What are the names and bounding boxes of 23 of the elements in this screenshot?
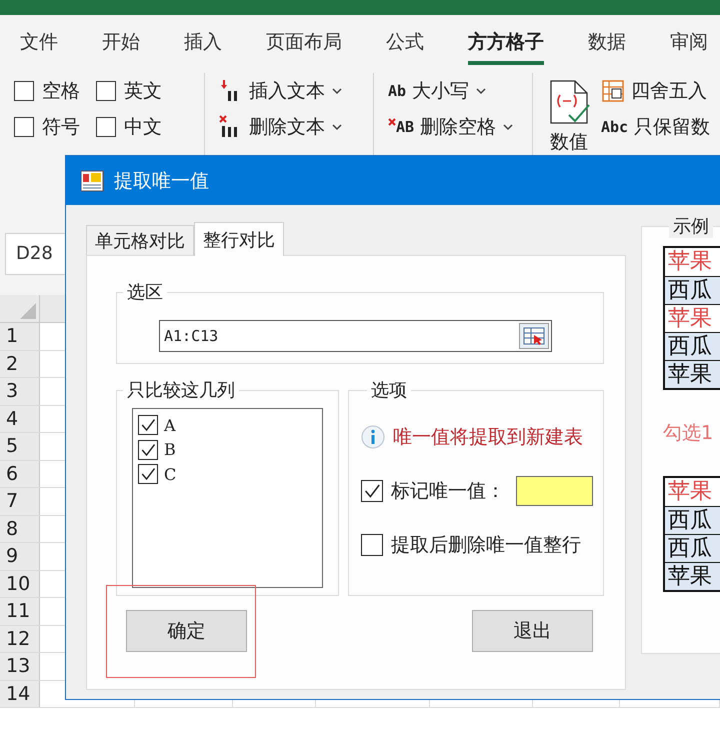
column-label: C (164, 464, 176, 484)
example-cell: 西瓜 (665, 506, 720, 534)
option-label: 提取后删除唯一值整行 (391, 533, 581, 558)
example-cell: 苹果 (665, 360, 720, 388)
case-icon: Ab (388, 82, 406, 100)
example-cell: 西瓜 (665, 534, 720, 562)
checkbox-label: 符号 (42, 115, 80, 140)
example-cell: 西瓜 (665, 276, 720, 304)
example-cell: 西瓜 (665, 332, 720, 360)
text-icon: Abc (601, 118, 628, 136)
example-cell: 苹果 (665, 562, 720, 590)
group-title: 只比较这几列 (126, 379, 236, 402)
group-title: 选区 (126, 281, 164, 304)
column-label: B (164, 440, 176, 460)
checkbox-label: 中文 (124, 115, 162, 140)
checkbox-label: 英文 (124, 79, 162, 104)
dialog-title: 提取唯一值 (114, 168, 209, 194)
option-label: 标记唯一值： (391, 479, 505, 504)
info-message: 唯一值将提取到新建表 (393, 425, 583, 450)
column-label: A (164, 416, 176, 435)
checkbox-label: 空格 (42, 79, 80, 104)
group-title: 选项 (370, 379, 408, 402)
example-note: 勾选1 (663, 421, 714, 446)
